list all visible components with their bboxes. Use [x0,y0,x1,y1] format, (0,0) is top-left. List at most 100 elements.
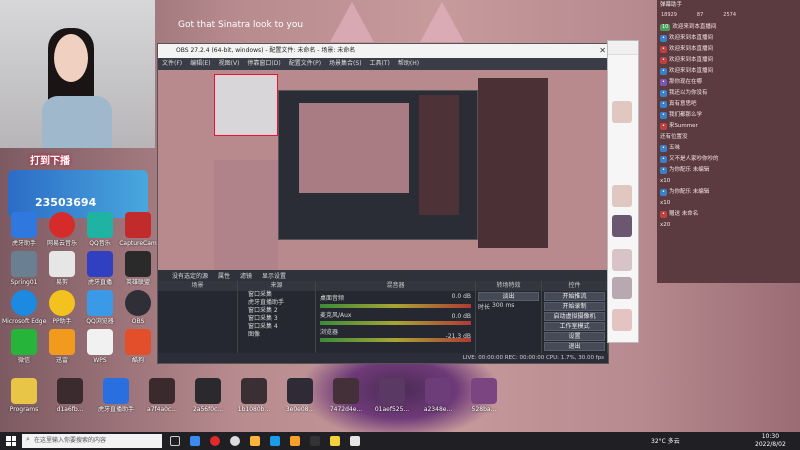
desktop-icon[interactable]: 7472d4e... [324,378,368,413]
chat-gift-count: x10 [660,200,671,206]
windows-start-icon[interactable] [6,436,16,446]
obs-preview[interactable] [158,70,610,286]
chat-message: • 我还以为你没有 [660,90,708,97]
webcam-feed [0,0,155,148]
chat-gift: • 为你配乐 未编辑 [660,167,710,174]
search-input[interactable]: 在这里输入你要搜索的内容 [22,434,162,448]
desktop-icon[interactable]: CaptureCam [116,212,160,247]
chat-message: • 欢迎来到本直播间 [660,35,713,42]
volume-meter [320,304,471,308]
chat-message: • 来Summer [660,123,698,130]
start-recording-button[interactable]: 开始录制 [544,302,605,311]
volume-meter [320,321,471,325]
close-icon[interactable]: ✕ [599,46,606,55]
cat-ear-right [420,2,464,42]
obs-status-bar: LIVE: 00:00:00 REC: 00:00:00 CPU: 1.7%, … [158,353,608,363]
menu-help[interactable]: 帮助(H) [398,58,419,70]
obs-titlebar[interactable]: OBS 27.2.4 (64-bit, windows) - 配置文件: 未命名… [158,44,608,58]
properties-button[interactable]: 属性 [218,271,230,280]
desktop-icon[interactable]: 2a56f0c... [186,378,230,413]
app-icon[interactable] [270,436,280,446]
search-icon: ⌕ [26,435,30,443]
chat-message: 还有位置没 [660,134,688,140]
desktop-icon[interactable]: 1b1080b... [232,378,276,413]
mixer-channel-name: 麦克风/Aux [320,312,352,319]
app-icon[interactable] [190,436,200,446]
desktop-icon[interactable]: 酷狗 [116,329,160,364]
preview-nested-obs [278,90,478,240]
menu-edit[interactable]: 编辑(E) [190,58,210,70]
duration-label: 时长 [478,304,491,311]
app-icon[interactable] [250,436,260,446]
mixer-db: 0.0 dB [451,293,471,300]
mixer-db: 0.0 dB [451,313,471,320]
taskbar: 在这里输入你要搜索的内容 ⌕ 32°C 多云 10:30 2022/8/02 [0,432,800,450]
scenes-dock: 场景 [158,281,238,353]
context-bar: 没有选定的源 属性 滤镜 显示设置 [158,270,608,281]
desktop-icon[interactable]: 虎牙直播助手 [94,378,138,413]
obs-menubar: 文件(F) 编辑(E) 视图(V) 停靠窗口(D) 配置文件(P) 场景集合(S… [158,58,608,70]
chat-message: • 欢迎来到本直播间 [660,68,713,75]
chat-panel[interactable]: 弹幕助手 18929 87 2574 10 欢迎来到本直播间 • 欢迎来到本直播间 • 欢… [657,0,800,283]
menu-view[interactable]: 视图(V) [219,58,240,70]
display-settings-button[interactable]: 显示设置 [262,271,286,280]
menu-file[interactable]: 文件(F) [162,58,182,70]
app-icon[interactable] [230,436,240,446]
source-item[interactable]: 虎牙直播助手 [238,299,315,307]
app-icon[interactable] [290,436,300,446]
task-view-icon[interactable] [170,436,180,446]
transition-select[interactable]: 淡出 [478,292,539,301]
app-icon[interactable] [350,436,360,446]
menu-scene-collection[interactable]: 场景集合(S) [329,58,362,70]
chat-gift-count: x10 [660,178,671,184]
start-streaming-button[interactable]: 开始推流 [544,292,605,301]
menu-tools[interactable]: 工具(T) [370,58,390,70]
desktop-icon[interactable]: 英雄联盟 [116,251,160,286]
chat-message: • 我们都那么学 [660,112,702,119]
desktop-icon[interactable]: 528ba... [462,378,506,413]
virtual-camera-button[interactable]: 启动虚拟摄像机 [544,312,605,321]
controls-dock: 控件 开始推流 开始录制 启动虚拟摄像机 工作室模式 设置 退出 [542,281,608,353]
desktop-icon[interactable]: a7f4a0c... [140,378,184,413]
app-icon[interactable] [330,436,340,446]
desktop-icon[interactable]: 01aef525... [370,378,414,413]
chat-header: 弹幕助手 [660,2,683,8]
menu-docks[interactable]: 停靠窗口(D) [247,58,280,70]
desktop-icon[interactable]: a2348e... [416,378,460,413]
filters-button[interactable]: 滤镜 [240,271,252,280]
source-item[interactable]: 窗口采集 [238,291,315,299]
chat-message: 10 欢迎来到本直播间 [660,24,717,31]
desktop-icon[interactable]: 3e0e08... [278,378,322,413]
mixer-channel-name: 桌面音频 [320,295,345,302]
menu-profile[interactable]: 配置文件(P) [289,58,321,70]
chat-message: • 那你现在在哪 [660,79,702,86]
source-item[interactable]: 窗口采集 4 [238,323,315,331]
chat-message: • 欢迎来到本直播间 [660,46,713,53]
settings-button[interactable]: 设置 [544,332,605,341]
desktop-icon[interactable]: OBS [116,290,160,325]
app-icon[interactable] [210,436,220,446]
weather-status[interactable]: 32°C 多云 [651,436,680,445]
obs-window[interactable]: OBS 27.2.4 (64-bit, windows) - 配置文件: 未命名… [157,43,610,364]
chat-message: • 五味 [660,145,680,152]
preview-chat [478,78,548,248]
mixer-dock: 混音器 桌面音频 麦克风/Aux 浏览器 0.0 dB 0.0 dB -21.3… [316,281,476,353]
preview-desktop-icons [214,160,278,270]
exit-button[interactable]: 退出 [544,342,605,351]
clock[interactable]: 10:30 2022/8/02 [755,433,786,449]
cat-ear-left [330,2,374,42]
preview-webcam[interactable] [214,74,278,136]
mixer-db: -21.3 dB [445,333,471,340]
side-window[interactable] [607,40,639,343]
desktop-icon[interactable]: Programs [2,378,46,413]
source-item[interactable]: 窗口采集 3 [238,315,315,323]
source-item[interactable]: 窗口采集 2 [238,307,315,315]
studio-mode-button[interactable]: 工作室模式 [544,322,605,331]
chat-gift-count: x20 [660,222,671,228]
app-icon[interactable] [310,436,320,446]
chat-message: • 真有意思吧 [660,101,697,108]
chat-gift: • 为你配乐 未编辑 [660,189,710,196]
duration-value[interactable]: 300 ms [492,302,514,311]
desktop-icon[interactable]: d1a6fb... [48,378,92,413]
source-item[interactable]: 图像 [238,331,315,339]
